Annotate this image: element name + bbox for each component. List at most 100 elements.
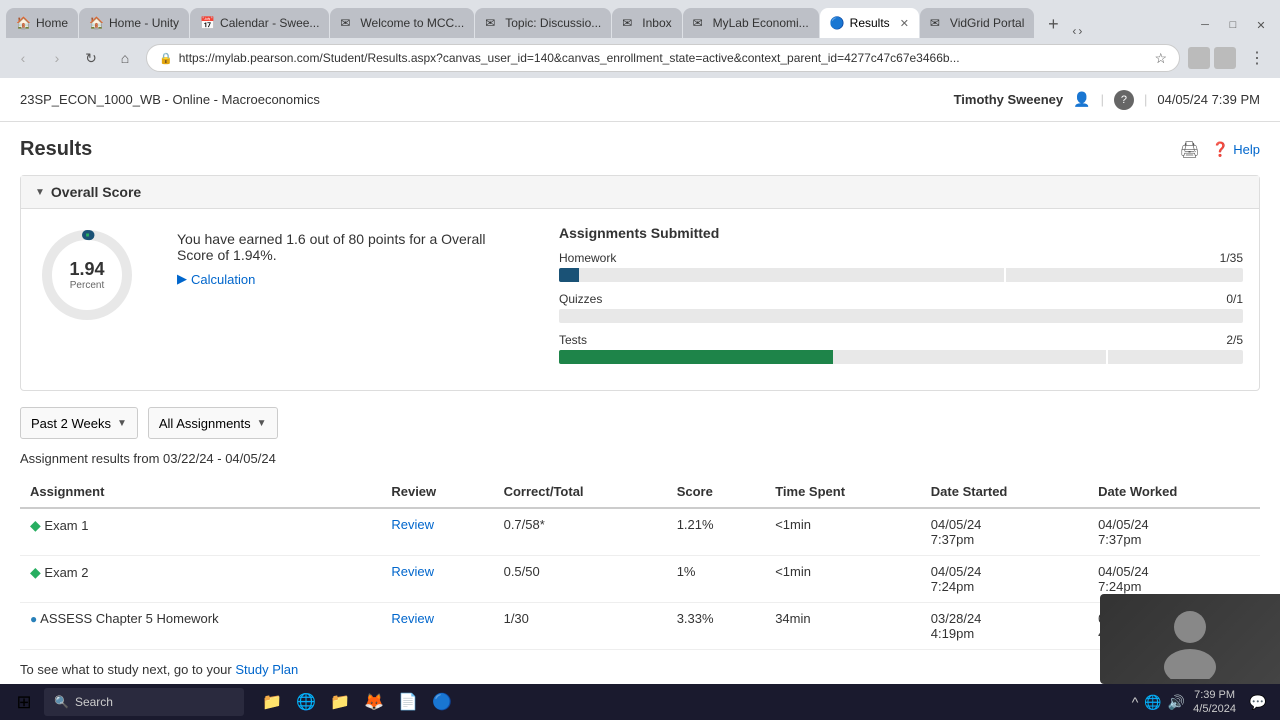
minimize-button[interactable]: ─ [1192,16,1218,34]
taskbar-app-explorer[interactable]: 📁 [256,688,288,716]
tab-scroll-left[interactable]: ‹ [1072,24,1076,38]
cell-review: Review [381,508,493,556]
tests-bar-fill [559,350,833,364]
address-field[interactable]: 🔒 https://mylab.pearson.com/Student/Resu… [146,44,1180,72]
tab-inbox[interactable]: ✉ Inbox [612,8,681,38]
table-row: ◆ Exam 2 Review 0.5/50 1% <1min 04/05/24… [20,556,1260,603]
ext-icon-2[interactable] [1214,47,1236,69]
col-review: Review [381,476,493,508]
tab-home-unity-label: Home - Unity [109,16,179,30]
start-button[interactable]: ⊞ [8,688,40,716]
donut-label: Percent [69,280,104,291]
cell-correct-total: 0.5/50 [494,556,667,603]
score-text: You have earned 1.6 out of 80 points for… [177,231,519,263]
main-content: Results 🖨 ❓ Help ▼ Overall Score [0,122,1280,684]
help-circle-icon: ❓ [1212,141,1229,158]
tab-calendar-icon: 📅 [200,16,214,30]
tray-network-icon[interactable]: 🌐 [1144,694,1161,711]
notification-button[interactable]: 💬 [1244,688,1272,716]
homework-label-row: Homework 1/35 [559,251,1243,265]
window-controls: ─ □ ✕ [1192,16,1274,38]
chevron-right-icon: ▶ [177,271,187,287]
page-title: Results [20,138,92,161]
table-header-row: Assignment Review Correct/Total Score Ti… [20,476,1260,508]
col-time-spent: Time Spent [765,476,921,508]
maximize-button[interactable]: □ [1220,16,1246,34]
assignment-filter-dropdown[interactable]: All Assignments ▼ [148,407,278,439]
results-table: Assignment Review Correct/Total Score Ti… [20,476,1260,650]
video-thumbnail[interactable] [1100,594,1280,684]
review-link[interactable]: Review [391,517,434,532]
cell-score: 3.33% [667,603,766,650]
taskbar-app-word[interactable]: 📄 [392,688,424,716]
tab-home[interactable]: 🏠 Home [6,8,78,38]
tab-mylab[interactable]: ✉ MyLab Economi... [683,8,819,38]
help-link[interactable]: ❓ Help [1212,141,1260,158]
new-tab-button[interactable]: + [1039,10,1067,38]
print-button[interactable]: 🖨 [1180,140,1200,160]
tab-mylab-label: MyLab Economi... [713,16,809,30]
video-content [1100,594,1280,684]
tab-topic[interactable]: ✉ Topic: Discussio... [475,8,611,38]
tab-scroll-right[interactable]: › [1078,24,1082,38]
col-date-started: Date Started [921,476,1088,508]
tab-vidgrid[interactable]: ✉ VidGrid Portal [920,8,1034,38]
tray-up-icon[interactable]: ^ [1132,694,1139,710]
reload-button[interactable]: ↻ [78,45,104,71]
close-button[interactable]: ✕ [1248,16,1274,34]
donut-wrap: 1.94 Percent [37,225,137,374]
forward-button[interactable]: › [44,45,70,71]
donut-chart: 1.94 Percent [37,225,137,325]
address-bar: ‹ › ↻ ⌂ 🔒 https://mylab.pearson.com/Stud… [0,38,1280,78]
bookmark-icon[interactable]: ☆ [1154,50,1167,67]
back-button[interactable]: ‹ [10,45,36,71]
review-link[interactable]: Review [391,564,434,579]
taskbar-app-teams[interactable]: 🔵 [426,688,458,716]
datetime: 04/05/24 7:39 PM [1157,92,1260,107]
taskbar: ⊞ 🔍 Search 📁 🌐 📁 🦊 📄 🔵 ^ 🌐 🔊 7:39 PM 4/5… [0,684,1280,720]
score-text-area: You have earned 1.6 out of 80 points for… [177,225,519,374]
tab-calendar[interactable]: 📅 Calendar - Swee... [190,8,329,38]
user-name: Timothy Sweeney [954,92,1064,107]
tab-mylab-icon: ✉ [693,16,707,30]
course-title: 23SP_ECON_1000_WB - Online - Macroeconom… [20,92,320,107]
assignment-name: Exam 1 [44,518,88,533]
tab-home-unity[interactable]: 🏠 Home - Unity [79,8,189,38]
ext-icon-1[interactable] [1188,47,1210,69]
taskbar-app-files[interactable]: 📁 [324,688,356,716]
tab-home-icon: 🏠 [16,16,30,30]
tab-results[interactable]: 🔵 Results ✕ [820,8,919,38]
calculation-link[interactable]: ▶ Calculation [177,271,519,287]
taskbar-clock[interactable]: 7:39 PM 4/5/2024 [1193,688,1236,717]
study-plan-link[interactable]: Study Plan [235,662,298,677]
review-link[interactable]: Review [391,611,434,626]
homework-label: Homework [559,251,616,265]
tab-welcome[interactable]: ✉ Welcome to MCC... [330,8,474,38]
assignments-submitted: Assignments Submitted Homework 1/35 [559,225,1243,374]
taskbar-app-browser[interactable]: 🌐 [290,688,322,716]
overall-score-header[interactable]: ▼ Overall Score [21,176,1259,209]
col-score: Score [667,476,766,508]
taskbar-app-firefox[interactable]: 🦊 [358,688,390,716]
col-correct-total: Correct/Total [494,476,667,508]
top-bar: 23SP_ECON_1000_WB - Online - Macroeconom… [0,78,1280,122]
home-nav-button[interactable]: ⌂ [112,45,138,71]
tab-vidgrid-icon: ✉ [930,16,944,30]
browser-menu-button[interactable]: ⋮ [1244,48,1270,68]
taskbar-search-bar[interactable]: 🔍 Search [44,688,244,716]
calc-link-label: Calculation [191,272,255,287]
quizzes-label-row: Quizzes 0/1 [559,292,1243,306]
separator2: | [1144,92,1147,107]
time-filter-label: Past 2 Weeks [31,416,111,431]
clock-date: 4/5/2024 [1193,702,1236,716]
time-filter-dropdown[interactable]: Past 2 Weeks ▼ [20,407,138,439]
tab-bar: 🏠 Home 🏠 Home - Unity 📅 Calendar - Swee.… [0,0,1280,38]
bottom-note-text: To see what to study next, go to your [20,662,232,677]
bottom-note: To see what to study next, go to your St… [20,662,1260,677]
tray-sound-icon[interactable]: 🔊 [1168,694,1185,711]
cell-assignment: ◆ Exam 2 [20,556,381,603]
tests-value: 2/5 [1226,333,1243,347]
filter-row: Past 2 Weeks ▼ All Assignments ▼ [20,407,1260,439]
help-icon[interactable]: ? [1114,90,1134,110]
tab-results-close[interactable]: ✕ [900,17,909,30]
